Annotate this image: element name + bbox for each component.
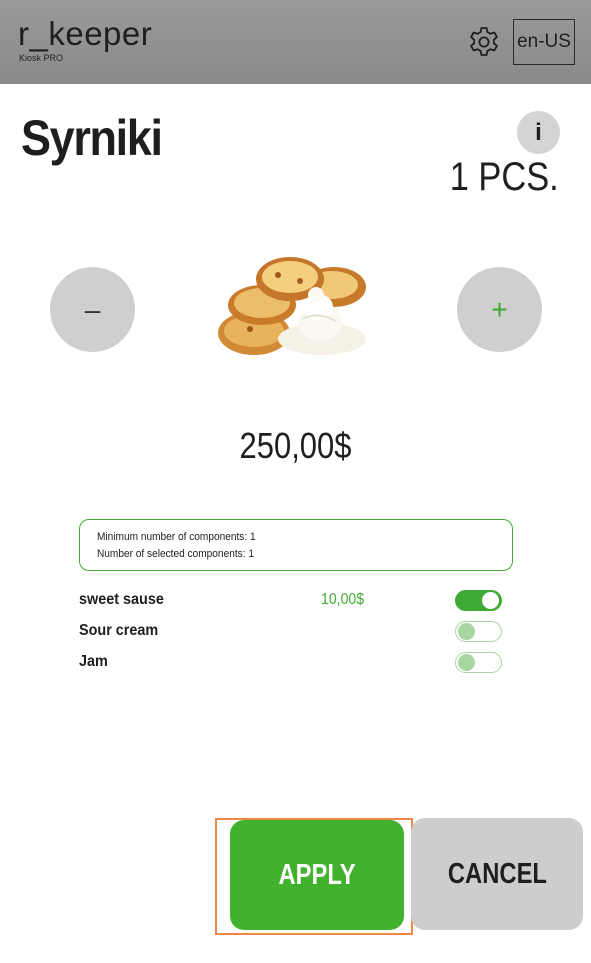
toggle-knob [482,592,499,609]
apply-button-label: APPLY [278,859,356,891]
component-toggle-sour-cream[interactable] [455,621,502,642]
decrease-quantity-button[interactable]: – [50,267,135,352]
component-row-sour-cream[interactable]: Sour cream [79,619,503,643]
toggle-knob [458,623,475,640]
product-image [218,257,366,355]
minus-icon: – [84,294,101,325]
gear-icon[interactable] [468,26,500,58]
min-components-text: Minimum number of components: 1 [97,531,256,543]
product-title: Syrniki [21,110,163,166]
header-bar: r_keeper Kiosk PRO en-US [0,0,591,84]
component-name: sweet sause [79,591,164,608]
quantity-label: 1 PCS. [450,155,559,199]
language-button[interactable]: en-US [513,19,575,65]
brand-name: r_keeper [18,15,153,52]
toggle-knob [458,654,475,671]
cancel-button-label: CANCEL [447,858,547,890]
component-price: 10,00$ [321,591,365,608]
component-name: Jam [79,653,108,670]
component-name: Sour cream [79,622,159,639]
components-info-box: Minimum number of components: 1 Number o… [79,519,513,571]
component-row-sweet-sause[interactable]: sweet sause 10,00$ [79,588,503,612]
component-row-jam[interactable]: Jam [79,650,503,674]
component-toggle-jam[interactable] [455,652,502,673]
plus-icon: + [491,294,508,325]
info-button[interactable]: i [517,111,560,154]
apply-button[interactable]: APPLY [230,820,404,930]
brand-subtitle: Kiosk PRO [19,53,64,63]
selected-components-text: Number of selected components: 1 [97,548,254,560]
component-toggle-sweet-sause[interactable] [455,590,502,611]
cancel-button[interactable]: CANCEL [411,818,583,930]
brand-logo: r_keeper Kiosk PRO [18,15,153,64]
product-price: 250,00$ [239,425,352,466]
increase-quantity-button[interactable]: + [457,267,542,352]
